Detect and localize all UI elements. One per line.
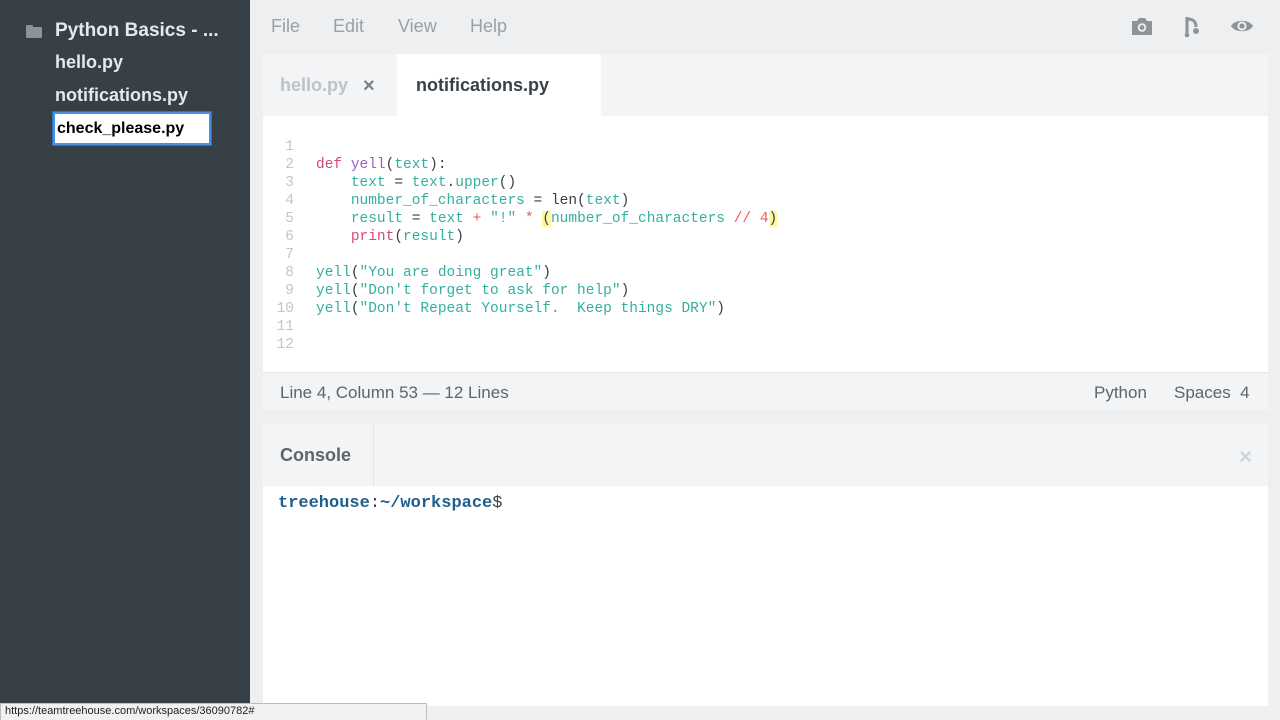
- cursor-position: Line 4, Column 53 — 12 Lines: [280, 383, 509, 402]
- terminal-prompt[interactable]: treehouse:~/workspace$: [278, 494, 502, 513]
- sidebar-file-notifications[interactable]: notifications.py: [55, 85, 188, 106]
- menu-file[interactable]: File: [271, 16, 300, 37]
- sidebar: Python Basics - ... hello.py notificatio…: [0, 0, 250, 720]
- menubar: File Edit View Help: [250, 0, 1280, 52]
- language-selector[interactable]: Python: [1094, 383, 1147, 403]
- editor-panel: hello.py × notifications.py 1 def yell(t…: [263, 54, 1268, 410]
- console-header: Console ×: [263, 424, 1268, 486]
- close-icon[interactable]: ×: [1239, 444, 1252, 470]
- code-line: 3 number_of_characters = len(text): [263, 156, 1268, 209]
- code-line: 7 yell("You are doing great"): [263, 228, 1268, 281]
- share-fork-icon[interactable]: [1181, 14, 1205, 38]
- editor-tabbar: hello.py × notifications.py: [263, 54, 1268, 116]
- code-line: 11: [263, 300, 1268, 335]
- sidebar-file-hello[interactable]: hello.py: [55, 52, 123, 73]
- code-line: 8 yell("Don't forget to ask for help"): [263, 246, 1268, 299]
- close-icon[interactable]: ×: [363, 75, 375, 98]
- menu-help[interactable]: Help: [470, 16, 507, 37]
- code-line: 5 print(result): [263, 192, 1268, 245]
- tab-label: notifications.py: [416, 74, 550, 95]
- code-area[interactable]: 1 def yell(text): 2 text = text.upper() …: [263, 120, 1268, 372]
- editor-statusbar: Line 4, Column 53 — 12 Lines Python Spac…: [263, 372, 1268, 410]
- code-line: 9 yell("Don't Repeat Yourself. Keep thin…: [263, 264, 1268, 317]
- code-line: 2 text = text.upper(): [263, 138, 1268, 191]
- project-header[interactable]: Python Basics - ...: [26, 18, 219, 44]
- prompt-dollar: $: [492, 494, 503, 513]
- tab-notifications[interactable]: notifications.py: [397, 54, 601, 116]
- tab-label: hello.py: [280, 74, 349, 95]
- camera-icon[interactable]: [1130, 14, 1154, 38]
- prompt-path: ~/workspace: [380, 494, 493, 513]
- console-title: Console: [280, 444, 352, 465]
- console-panel: Console × treehouse:~/workspace$: [263, 424, 1268, 706]
- code-line: 10: [263, 282, 1268, 317]
- indent-selector[interactable]: Spaces 4: [1174, 383, 1250, 403]
- browser-status-url: https://teamtreehouse.com/workspaces/360…: [0, 703, 427, 720]
- project-name[interactable]: Python Basics - ...: [55, 20, 219, 42]
- prompt-user: treehouse: [278, 494, 370, 513]
- code-line: 4 result = text + "!" * (number_of_chara…: [263, 174, 1268, 227]
- menu-view[interactable]: View: [398, 16, 437, 37]
- tab-console[interactable]: Console: [263, 424, 374, 486]
- prompt-colon: :: [369, 494, 381, 513]
- tab-hello[interactable]: hello.py ×: [263, 54, 397, 116]
- eye-icon[interactable]: [1230, 14, 1254, 38]
- rename-file-input[interactable]: [53, 112, 211, 145]
- code-line: 12: [263, 318, 1268, 353]
- menu-edit[interactable]: Edit: [333, 16, 364, 37]
- folder-icon: [26, 24, 42, 38]
- code-line: 1 def yell(text):: [263, 120, 1268, 173]
- line-number: 12: [276, 337, 294, 353]
- code-line: 6: [263, 210, 1268, 245]
